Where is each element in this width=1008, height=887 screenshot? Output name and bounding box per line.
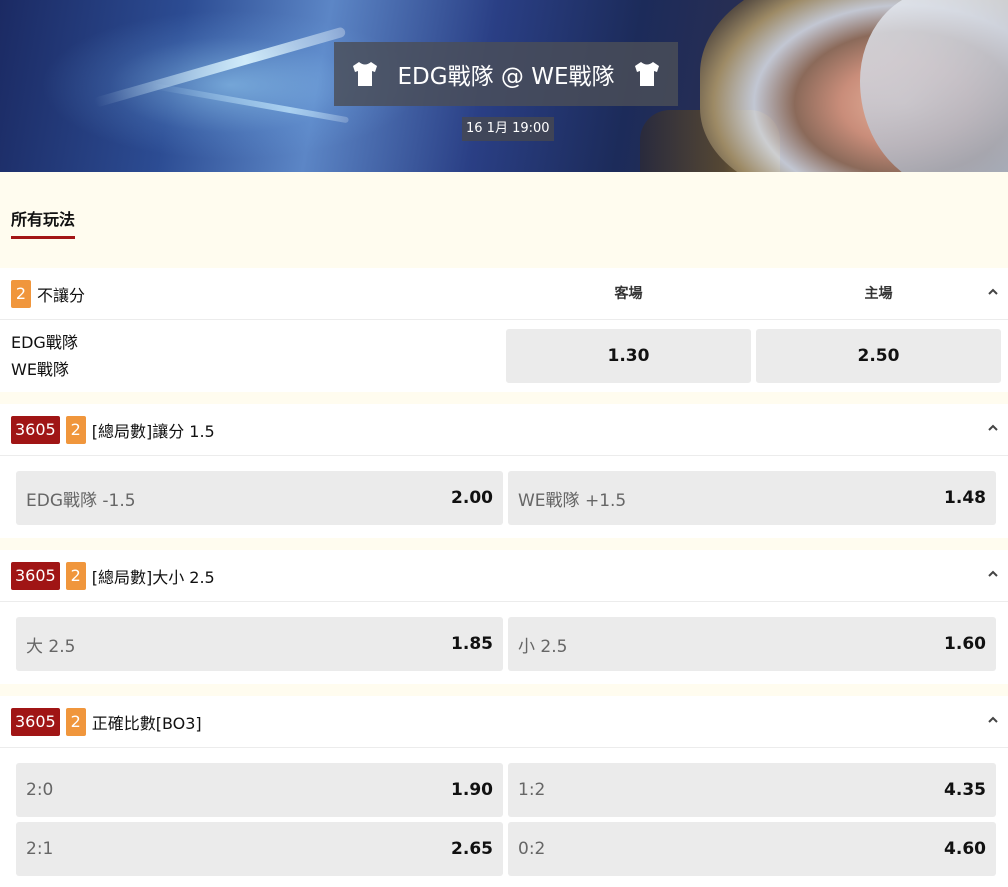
column-header-home: 主場 [864, 286, 893, 302]
column-header-away: 客場 [614, 286, 643, 302]
odds-label: 大 2.5 [26, 636, 76, 657]
odds-value: 1.30 [607, 346, 650, 366]
odds-button-away[interactable]: 1.30 [506, 329, 751, 383]
odds-label: 小 2.5 [518, 636, 568, 657]
market-title: [總局數]大小 2.5 [91, 567, 215, 587]
odds-value: 1.48 [944, 488, 986, 508]
odds-value: 2.65 [451, 839, 493, 859]
market-header[interactable]: 3605 2 [總局數]讓分 1.5 [0, 404, 1008, 456]
market-correct-score: 3605 2 正確比數[BO3] 2:0 1.90 1:2 4.35 2:1 2… [0, 696, 1008, 887]
odds-button[interactable]: 小 2.5 1.60 [508, 617, 996, 671]
team-list: EDG戰隊 WE戰隊 [11, 329, 78, 383]
odds-label: 2:1 [26, 839, 54, 859]
match-title: EDG戰隊 @ WE戰隊 [397, 64, 615, 90]
odds-button[interactable]: EDG戰隊 -1.5 2.00 [16, 471, 503, 525]
odds-value: 2.50 [857, 346, 900, 366]
team-name: EDG戰隊 [11, 333, 78, 352]
banner-hero-hair [860, 0, 1008, 172]
odds-value: 2.00 [451, 488, 493, 508]
collapse-caret-icon[interactable] [986, 567, 1000, 581]
odds-button[interactable]: 大 2.5 1.85 [16, 617, 503, 671]
market-header[interactable]: 2 不讓分 客場 主場 [0, 268, 1008, 320]
market-count-badge: 2 [65, 561, 86, 590]
match-banner: EDG戰隊 @ WE戰隊 16 1月 19:00 [0, 0, 1008, 172]
odds-value: 1.60 [944, 634, 986, 654]
market-title: [總局數]讓分 1.5 [91, 421, 215, 441]
odds-label: 1:2 [518, 780, 546, 800]
odds-button[interactable]: 0:2 4.60 [508, 822, 996, 876]
market-title: 不讓分 [37, 285, 86, 305]
market-handicap: 3605 2 [總局數]讓分 1.5 EDG戰隊 -1.5 2.00 WE戰隊 … [0, 404, 1008, 538]
odds-button[interactable]: 1:2 4.35 [508, 763, 996, 817]
market-header[interactable]: 3605 2 正確比數[BO3] [0, 696, 1008, 748]
odds-value: 4.35 [944, 780, 986, 800]
market-title: 正確比數[BO3] [91, 713, 202, 733]
team-name: WE戰隊 [11, 360, 69, 379]
odds-button[interactable]: 2:0 1.90 [16, 763, 503, 817]
odds-label: 0:2 [518, 839, 546, 859]
market-count-badge: 2 [65, 707, 86, 736]
odds-label: EDG戰隊 -1.5 [26, 490, 136, 511]
collapse-caret-icon[interactable] [986, 713, 1000, 727]
home-jersey-icon [352, 62, 377, 86]
market-id-badge: 3605 [11, 561, 60, 590]
market-id-badge: 3605 [11, 415, 60, 444]
match-title-box: EDG戰隊 @ WE戰隊 [334, 42, 678, 106]
odds-value: 1.85 [451, 634, 493, 654]
away-jersey-icon [635, 62, 660, 86]
collapse-caret-icon[interactable] [986, 285, 1000, 299]
market-header[interactable]: 3605 2 [總局數]大小 2.5 [0, 550, 1008, 602]
odds-button-home[interactable]: 2.50 [756, 329, 1001, 383]
market-moneyline: 2 不讓分 客場 主場 EDG戰隊 WE戰隊 1.30 2.50 [0, 268, 1008, 392]
market-count-badge: 2 [65, 415, 86, 444]
market-count-badge: 2 [11, 279, 31, 308]
odds-label: 2:0 [26, 780, 54, 800]
match-datetime: 16 1月 19:00 [462, 117, 554, 141]
odds-button[interactable]: 2:1 2.65 [16, 822, 503, 876]
odds-value: 1.90 [451, 780, 493, 800]
market-over-under: 3605 2 [總局數]大小 2.5 大 2.5 1.85 小 2.5 1.60 [0, 550, 1008, 684]
market-id-badge: 3605 [11, 707, 60, 736]
tab-all-markets[interactable]: 所有玩法 [11, 206, 76, 239]
collapse-caret-icon[interactable] [986, 421, 1000, 435]
odds-value: 4.60 [944, 839, 986, 859]
odds-button[interactable]: WE戰隊 +1.5 1.48 [508, 471, 996, 525]
odds-label: WE戰隊 +1.5 [518, 490, 627, 511]
